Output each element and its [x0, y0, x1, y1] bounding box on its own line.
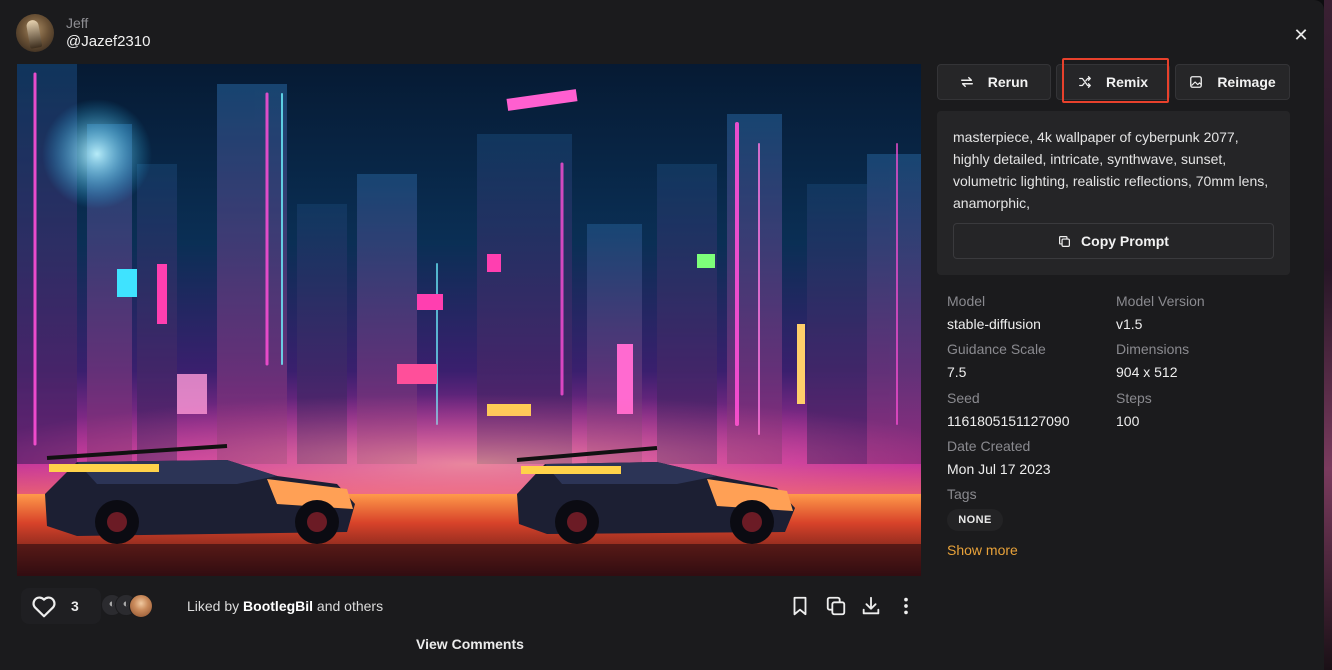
- bookmark-icon: [793, 596, 807, 616]
- meta-label: Guidance Scale: [947, 341, 1046, 357]
- like-button[interactable]: 3: [21, 588, 101, 624]
- meta-value: Mon Jul 17 2023: [947, 461, 1051, 477]
- liker-avatar: [129, 594, 153, 618]
- rerun-label: Rerun: [987, 74, 1029, 90]
- meta-label: Model: [947, 293, 986, 309]
- duplicate-button[interactable]: [823, 593, 849, 619]
- shuffle-icon: [1079, 76, 1091, 88]
- meta-dimensions: Dimensions 904 x 512: [1116, 340, 1189, 382]
- image-detail-modal: Jeff @Jazef2310 ✕ 3 ◐ ◐ Liked by Bootleg…: [0, 0, 1324, 670]
- cyberpunk-city-image: [17, 64, 921, 576]
- like-count: 3: [71, 598, 79, 614]
- liked-by-prefix: Liked by: [187, 598, 244, 614]
- meta-steps: Steps 100: [1116, 389, 1152, 431]
- heart-icon: [32, 596, 56, 618]
- meta-value: 100: [1116, 413, 1140, 429]
- avatar[interactable]: [16, 14, 54, 52]
- generated-image[interactable]: [17, 64, 921, 576]
- meta-model: Model stable-diffusion: [947, 292, 1041, 334]
- remix-label: Remix: [1105, 74, 1149, 90]
- meta-tags: Tags: [947, 485, 977, 503]
- rerun-button[interactable]: Rerun: [937, 64, 1051, 100]
- meta-value: 904 x 512: [1116, 364, 1178, 380]
- image-action-bar: 3 ◐ ◐ Liked by BootlegBil and others: [17, 584, 921, 628]
- meta-value: 1161805151127090: [947, 413, 1070, 429]
- backdrop: [1324, 0, 1332, 670]
- bookmark-button[interactable]: [787, 593, 813, 619]
- user-name: Jeff: [66, 15, 89, 31]
- meta-label: Model Version: [1116, 293, 1205, 309]
- meta-model-version: Model Version v1.5: [1116, 292, 1205, 334]
- user-header[interactable]: Jeff @Jazef2310: [16, 14, 150, 52]
- remix-button[interactable]: Remix: [1056, 64, 1170, 100]
- more-options-button[interactable]: [893, 593, 919, 619]
- copy-icon: [1059, 235, 1071, 247]
- liked-by-text[interactable]: Liked by BootlegBil and others: [187, 598, 383, 614]
- user-handle[interactable]: @Jazef2310: [66, 32, 150, 52]
- meta-label: Date Created: [947, 438, 1031, 454]
- view-comments-link[interactable]: View Comments: [370, 636, 570, 652]
- meta-label: Seed: [947, 390, 980, 406]
- meta-label: Tags: [947, 486, 977, 502]
- meta-label: Dimensions: [1116, 341, 1190, 357]
- liker-avatars[interactable]: ◐ ◐: [101, 594, 153, 618]
- copy-prompt-button[interactable]: Copy Prompt: [953, 223, 1274, 259]
- reimage-label: Reimage: [1217, 74, 1276, 90]
- liked-by-user[interactable]: BootlegBil: [243, 598, 313, 614]
- close-button[interactable]: ✕: [1290, 24, 1312, 46]
- tag-chip[interactable]: NONE: [947, 509, 1003, 531]
- download-icon: [862, 596, 880, 615]
- meta-value: v1.5: [1116, 316, 1143, 332]
- meta-label: Steps: [1116, 390, 1152, 406]
- image-icon: [1190, 76, 1203, 88]
- meta-value: stable-diffusion: [947, 316, 1041, 332]
- meta-guidance-scale: Guidance Scale 7.5: [947, 340, 1046, 382]
- reimage-button[interactable]: Reimage: [1175, 64, 1290, 100]
- meta-value: 7.5: [947, 364, 967, 380]
- copy-prompt-label: Copy Prompt: [1081, 233, 1169, 249]
- close-icon: ✕: [1293, 25, 1309, 45]
- duplicate-icon: [826, 596, 846, 616]
- meta-seed: Seed 1161805151127090: [947, 389, 1070, 431]
- prompt-panel: masterpiece, 4k wallpaper of cyberpunk 2…: [937, 111, 1290, 275]
- download-button[interactable]: [858, 593, 884, 619]
- show-more-link[interactable]: Show more: [947, 542, 1018, 558]
- action-buttons: Rerun Remix Reimage: [937, 64, 1290, 100]
- more-vertical-icon: [904, 597, 908, 615]
- liked-by-suffix: and others: [313, 598, 384, 614]
- prompt-text: masterpiece, 4k wallpaper of cyberpunk 2…: [953, 129, 1269, 211]
- repeat-icon: [960, 76, 973, 88]
- meta-date-created: Date Created Mon Jul 17 2023: [947, 437, 1051, 479]
